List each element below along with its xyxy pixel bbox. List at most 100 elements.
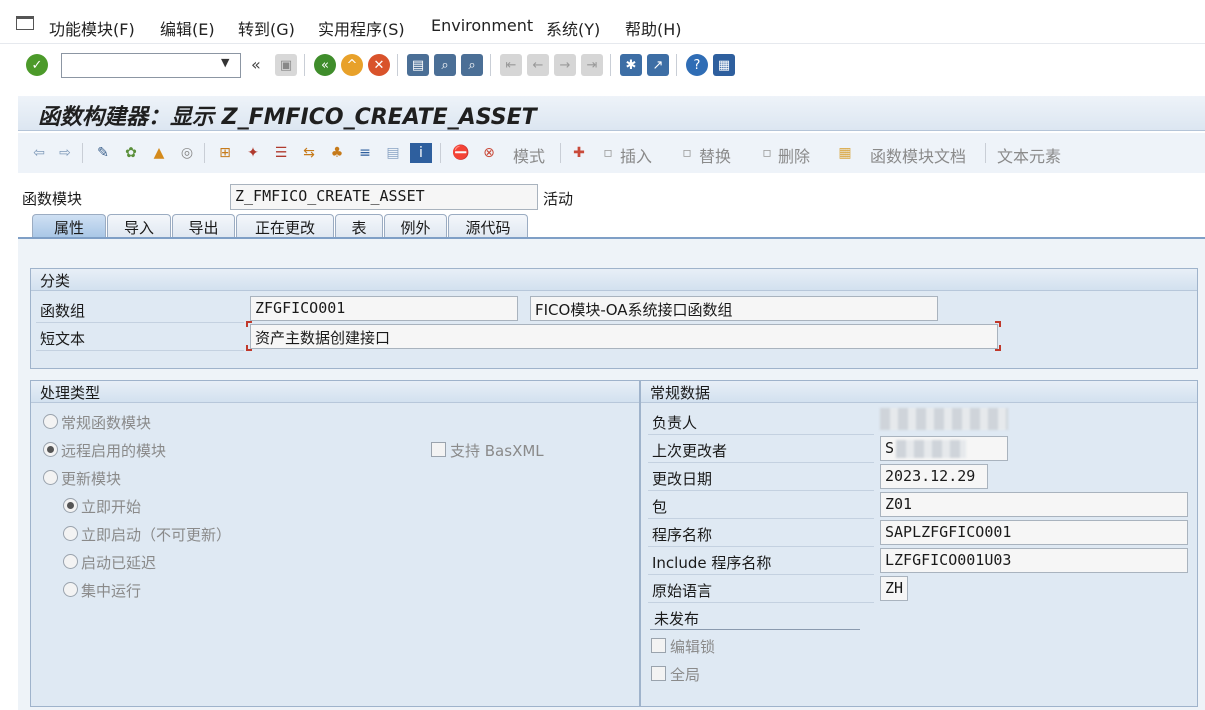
stack-icon[interactable]: ≡: [354, 143, 376, 163]
function-module-field[interactable]: Z_FMFICO_CREATE_ASSET: [230, 184, 538, 210]
last-page-icon[interactable]: ⇥: [581, 54, 603, 76]
check-icon[interactable]: ✿: [120, 143, 142, 163]
stop-text-icon[interactable]: ⊗: [478, 143, 500, 163]
find-icon[interactable]: ⌕: [434, 54, 456, 76]
layout-icon[interactable]: ▦: [713, 54, 735, 76]
test-icon[interactable]: ◎: [176, 143, 198, 163]
back-arrow-icon[interactable]: ⇦: [28, 143, 50, 163]
remote-enabled-label: 远程启用的模块: [61, 442, 167, 460]
print-icon[interactable]: ▤: [407, 54, 429, 76]
documentation-icon[interactable]: ▦: [834, 143, 856, 163]
menu-environment[interactable]: Environment: [431, 16, 533, 35]
menu-utilities[interactable]: 实用程序(S): [318, 16, 405, 40]
row-divider: [648, 518, 874, 519]
menu-system[interactable]: 系统(Y): [546, 16, 600, 40]
global-checkbox[interactable]: [651, 666, 666, 681]
pattern-button[interactable]: 模式: [513, 143, 545, 167]
processing-type-group-title: 处理类型: [31, 381, 639, 403]
toolbar-separator: [610, 54, 611, 76]
help-icon[interactable]: ?: [686, 54, 708, 76]
original-language-field: ZH: [880, 576, 908, 601]
toolbar-separator: [676, 54, 677, 76]
program-name-field[interactable]: SAPLZFGFICO001: [880, 520, 1188, 545]
back-icon[interactable]: «: [314, 54, 336, 76]
enter-icon[interactable]: ✓: [26, 54, 48, 76]
start-immediately-radio[interactable]: [63, 498, 78, 513]
navigation-icon[interactable]: ⇆: [298, 143, 320, 163]
forward-arrow-icon[interactable]: ⇨: [54, 143, 76, 163]
cancel-icon[interactable]: ✕: [368, 54, 390, 76]
package-field[interactable]: Z01: [880, 492, 1188, 517]
exit-icon[interactable]: ^: [341, 54, 363, 76]
last-changed-by-label: 上次更改者: [652, 442, 728, 460]
pretty-printer-icon[interactable]: ✚: [568, 143, 590, 163]
insert-icon[interactable]: ▫: [597, 143, 619, 163]
next-page-icon[interactable]: →: [554, 54, 576, 76]
delete-icon[interactable]: ▫: [756, 143, 778, 163]
find-next-icon[interactable]: ⌕: [461, 54, 483, 76]
edit-lock-checkbox[interactable]: [651, 638, 666, 653]
short-text-field[interactable]: 资产主数据创建接口: [250, 324, 998, 349]
menu-edit[interactable]: 编辑(E): [160, 16, 215, 40]
normal-fm-radio[interactable]: [43, 414, 58, 429]
first-page-icon[interactable]: ⇤: [500, 54, 522, 76]
toolbar-separator: [490, 54, 491, 76]
list-icon[interactable]: ▤: [382, 143, 404, 163]
replace-icon[interactable]: ▫: [676, 143, 698, 163]
hierarchy-icon[interactable]: ♣: [326, 143, 348, 163]
menu-icon[interactable]: [16, 16, 34, 30]
command-field[interactable]: [61, 53, 241, 78]
create-session-icon[interactable]: ✱: [620, 54, 642, 76]
start-delayed-label: 启动已延迟: [81, 554, 157, 572]
display-change-icon[interactable]: ✎: [92, 143, 114, 163]
tab-source-code[interactable]: 源代码: [448, 214, 528, 238]
update-module-label: 更新模块: [61, 470, 122, 488]
tab-import[interactable]: 导入: [107, 214, 171, 238]
tab-export[interactable]: 导出: [172, 214, 235, 238]
where-used-icon[interactable]: ⊞: [214, 143, 236, 163]
last-changed-by-redacted: [896, 440, 966, 458]
info-icon[interactable]: i: [410, 143, 432, 163]
start-delayed-radio[interactable]: [63, 554, 78, 569]
stop-icon[interactable]: ⛔: [450, 143, 472, 163]
original-language-label: 原始语言: [652, 582, 713, 600]
menu-help[interactable]: 帮助(H): [625, 16, 682, 40]
prev-page-icon[interactable]: ←: [527, 54, 549, 76]
toolbar-separator: [82, 143, 83, 163]
short-text-label: 短文本: [40, 330, 86, 348]
menu-function-module[interactable]: 功能模块(F): [49, 16, 135, 40]
save-icon[interactable]: ▣: [275, 54, 297, 76]
required-marker: [246, 321, 252, 327]
basxml-checkbox[interactable]: [431, 442, 446, 457]
text-elements-button[interactable]: 文本元素: [997, 143, 1061, 167]
remote-enabled-radio[interactable]: [43, 442, 58, 457]
update-module-radio[interactable]: [43, 470, 58, 485]
include-program-field[interactable]: LZFGFICO001U03: [880, 548, 1188, 573]
tab-exceptions[interactable]: 例外: [384, 214, 447, 238]
classification-group-title: 分类: [31, 269, 1197, 291]
function-module-doc-button[interactable]: 函数模块文档: [870, 143, 966, 167]
object-list-icon[interactable]: ☰: [270, 143, 292, 163]
replace-button[interactable]: 替换: [699, 143, 731, 167]
global-label: 全局: [670, 666, 701, 684]
tab-tables[interactable]: 表: [335, 214, 383, 238]
row-divider: [648, 462, 874, 463]
function-group-field[interactable]: ZFGFICO001: [250, 296, 518, 321]
start-immediately-no-update-radio[interactable]: [63, 526, 78, 541]
collapse-icon[interactable]: «: [251, 55, 261, 74]
collective-run-radio[interactable]: [63, 582, 78, 597]
delete-button[interactable]: 删除: [778, 143, 810, 167]
toolbar-separator: [204, 143, 205, 163]
menu-goto[interactable]: 转到(G): [238, 16, 295, 40]
collective-run-label: 集中运行: [81, 582, 142, 600]
wand-icon[interactable]: ✦: [242, 143, 264, 163]
insert-button[interactable]: 插入: [620, 143, 652, 167]
tab-attributes[interactable]: 属性: [32, 214, 106, 238]
shortcut-icon[interactable]: ↗: [647, 54, 669, 76]
tab-changing[interactable]: 正在更改: [236, 214, 334, 238]
chevron-down-icon[interactable]: ▼: [221, 56, 229, 69]
changed-on-label: 更改日期: [652, 470, 713, 488]
activate-icon[interactable]: ▲: [148, 143, 170, 163]
general-data-group-title: 常规数据: [641, 381, 1197, 403]
toolbar-separator: [397, 54, 398, 76]
